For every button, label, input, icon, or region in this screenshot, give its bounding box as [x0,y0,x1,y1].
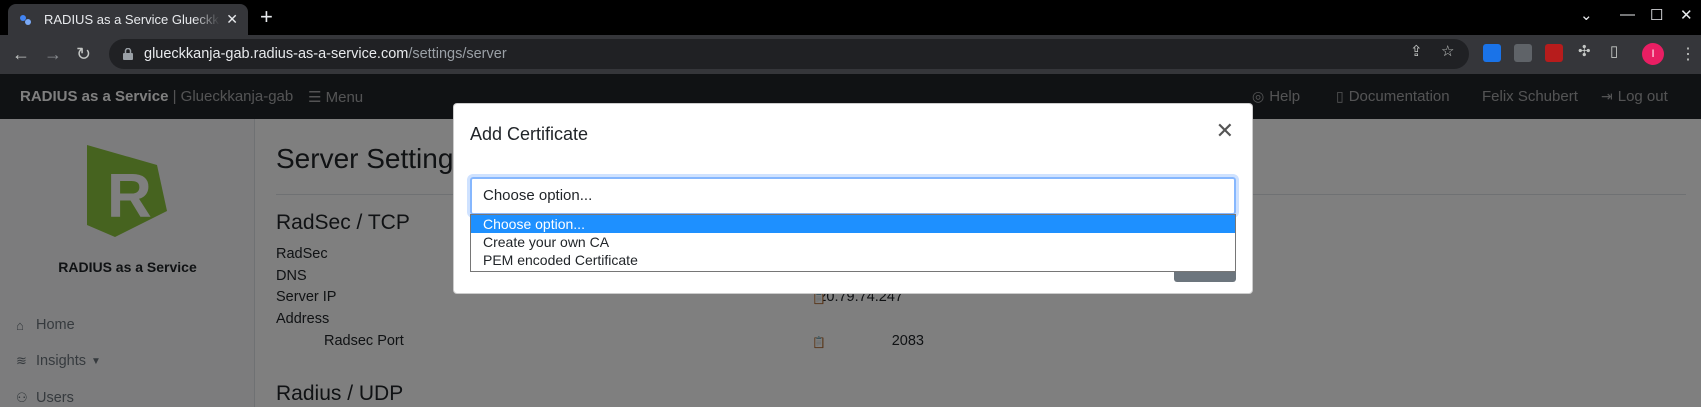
modal-title: Add Certificate [470,124,589,144]
certificate-type-dropdown: Choose option... Create your own CA PEM … [470,214,1236,272]
url-host: glueckkanja-gab.radius-as-a-service.com [144,46,409,62]
ublock-icon[interactable] [1545,44,1563,62]
tab-search-icon[interactable]: ⌄ [1580,6,1593,24]
new-tab-button[interactable]: + [260,6,273,28]
browser-tabbar: RADIUS as a Service Glueckkanja-gab ✕ + … [0,0,1701,35]
site-favicon-icon [20,14,31,25]
back-icon[interactable]: ← [12,44,30,65]
close-window-button[interactable]: ✕ [1680,6,1693,24]
lock-icon [123,48,133,60]
dropdown-option[interactable]: Create your own CA [471,233,1235,251]
browser-menu-icon[interactable]: ⋮ [1680,44,1696,64]
tab-title: RADIUS as a Service Glueckkanja-gab [44,12,220,27]
address-bar[interactable]: glueckkanja-gab.radius-as-a-service.com /… [109,39,1469,69]
forward-icon[interactable]: → [44,44,62,65]
close-icon[interactable]: ✕ [1216,118,1234,144]
browser-toolbar: ← → ↻ glueckkanja-gab.radius-as-a-servic… [0,35,1701,74]
certificate-type-select[interactable]: Choose option... [470,177,1236,215]
browser-tab[interactable]: RADIUS as a Service Glueckkanja-gab ✕ [8,4,248,35]
share-icon[interactable]: ⇪ [1410,42,1423,60]
reload-icon[interactable]: ↻ [76,44,91,65]
profile-avatar[interactable]: I [1642,43,1664,65]
side-panel-icon[interactable]: ▯ [1610,42,1618,60]
extensions-puzzle-icon[interactable]: ✣ [1578,42,1591,60]
dropdown-option[interactable]: Choose option... [471,215,1235,233]
url-path: /settings/server [408,46,507,62]
extension-glasses-icon[interactable] [1514,44,1532,62]
maximize-button[interactable]: ☐ [1650,6,1663,24]
tab-close-icon[interactable]: ✕ [226,11,238,28]
extension-shield-icon[interactable] [1483,44,1501,62]
bookmark-star-icon[interactable]: ☆ [1441,42,1454,60]
minimize-button[interactable]: — [1620,6,1635,23]
dropdown-option[interactable]: PEM encoded Certificate [471,251,1235,269]
add-certificate-modal: Add Certificate ✕ Choose option... Choos… [453,103,1253,294]
